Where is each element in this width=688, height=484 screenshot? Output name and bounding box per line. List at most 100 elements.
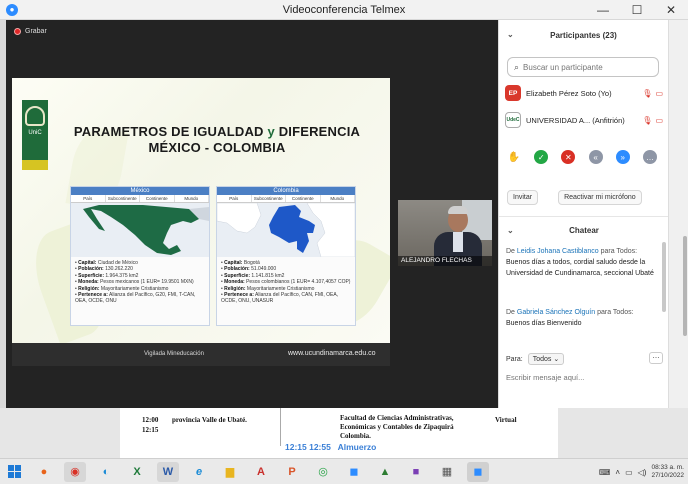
chat-header[interactable]: ⌄ Chatear: [499, 221, 669, 239]
doc-lunch-time: 12:15 12:55: [285, 442, 331, 452]
file-explorer-icon[interactable]: ▆: [219, 462, 241, 482]
internet-explorer-icon[interactable]: e: [188, 462, 210, 482]
acrobat-icon[interactable]: A: [250, 462, 272, 482]
network-icon[interactable]: ▭: [625, 468, 633, 477]
info-label: Superficie:: [78, 272, 104, 279]
excel-icon[interactable]: X: [126, 462, 148, 482]
title-connector: y: [267, 124, 275, 139]
avatar: EP: [505, 85, 521, 101]
doc-time: 12:00: [142, 416, 159, 424]
unmute-button[interactable]: Reactivar mi micrófono: [558, 189, 642, 205]
chat-recipient: para Todos:: [600, 248, 638, 255]
mexico-tabs: País Subcontinente Continente Mundo: [71, 195, 209, 203]
tab-subcontinente: Subcontinente: [106, 195, 140, 202]
calculator-icon[interactable]: ▦: [436, 462, 458, 482]
chat-message-meta: De Gabriela Sánchez Olguín para Todos:: [506, 307, 656, 318]
participant-row[interactable]: UdeC UNIVERSIDAD A... (Anfitrión) 🎙 ▭: [505, 110, 663, 130]
participant-name: UNIVERSIDAD A... (Anfitrión): [526, 115, 625, 125]
doc-faculty-line: Facultad de Ciencias Administrativas,: [340, 414, 454, 422]
keyboard-icon[interactable]: ⌨: [599, 468, 611, 477]
recording-label: Grabar: [25, 28, 47, 35]
chat-sender[interactable]: Gabriela Sánchez Olguín: [517, 309, 595, 316]
participant-row[interactable]: EP Elizabeth Pérez Soto (Yo) 🎙 ▭: [505, 83, 663, 103]
screen: ● Videoconferencia Telmex — ☐ ✕ Grabar U…: [0, 0, 688, 484]
doc-faculty: Facultad de Ciencias Administrativas, Ec…: [340, 414, 500, 441]
invite-button[interactable]: Invitar: [507, 189, 539, 205]
participant-search[interactable]: ⌕: [507, 57, 659, 77]
participant-name: Elizabeth Pérez Soto (Yo): [526, 88, 612, 98]
chat-message-input[interactable]: [506, 373, 661, 382]
chevron-down-icon[interactable]: ⌄: [507, 30, 514, 39]
window-controls: — ☐ ✕: [586, 0, 688, 20]
chat-more-button[interactable]: ⋯: [649, 352, 663, 364]
tab-continente: Continente: [140, 195, 175, 202]
shared-slide: UniC PARAMETROS DE IGUALDAD y DIFERENCIA…: [12, 78, 390, 366]
doc-mode: Virtual: [495, 416, 517, 424]
record-icon: [14, 28, 21, 35]
colombia-card: Colombia País Subcontinente Continente M…: [216, 186, 356, 326]
close-button[interactable]: ✕: [654, 0, 688, 20]
yes-icon[interactable]: ✓: [534, 150, 549, 164]
colombia-header: Colombia: [217, 187, 355, 195]
raise-hand-icon[interactable]: ✋: [507, 150, 521, 164]
scrollbar-thumb[interactable]: [683, 236, 687, 336]
chat-from-prefix: De: [506, 309, 515, 316]
colombia-map: [216, 202, 356, 258]
mexico-map-shape: [83, 205, 209, 255]
slide-title: PARAMETROS DE IGUALDAD y DIFERENCIA MÉXI…: [72, 124, 362, 156]
maximize-button[interactable]: ☐: [620, 0, 654, 20]
no-icon[interactable]: ✕: [561, 150, 576, 164]
tray-expand-icon[interactable]: ˄: [615, 468, 620, 477]
app-icon[interactable]: ■: [405, 462, 427, 482]
firefox-icon[interactable]: ●: [33, 462, 55, 482]
more-icon[interactable]: …: [642, 150, 657, 164]
mexico-header: México: [71, 187, 209, 195]
mexico-info: • Capital: Ciudad de México • Población:…: [71, 257, 209, 325]
volume-icon[interactable]: ◁): [638, 468, 647, 477]
video-off-icon[interactable]: ▭: [655, 116, 663, 125]
chat-sender[interactable]: Leidis Johana Castiblanco: [517, 248, 599, 255]
clock-date: 27/10/2022: [651, 472, 684, 479]
info-label: Población:: [224, 266, 250, 273]
side-panel: ⌄ Participantes (23) ⌕ EP Elizabeth Pére…: [498, 20, 669, 408]
word-icon[interactable]: W: [157, 461, 179, 482]
left-edge-strip: [0, 20, 6, 408]
person-shirt: [453, 232, 463, 252]
video-off-icon[interactable]: ▭: [655, 89, 663, 98]
powerpoint-icon[interactable]: P: [281, 462, 303, 482]
participants-header[interactable]: ⌄ Participantes (23): [499, 20, 668, 50]
taskbar: ● ◉ ◐ X W e ▆ A P ◎ ◼ ▲ ■ ▦ ◼ ⌨ ˄ ▭ ◁) 0…: [0, 458, 688, 484]
chat-scrollbar[interactable]: [662, 242, 666, 312]
info-value: Mayoritariamente Cristianismo: [100, 285, 169, 292]
info-value: Mayoritariamente Cristianismo: [246, 285, 315, 292]
info-value: 51.049.000: [251, 266, 277, 273]
edge-icon[interactable]: ◐: [95, 462, 117, 482]
participant-actions: Invitar Reactivar mi micrófono: [507, 188, 662, 206]
tab-subcontinente: Subcontinente: [252, 195, 286, 202]
app-icon[interactable]: ▲: [374, 462, 396, 482]
tab-mundo: Mundo: [321, 195, 355, 202]
doc-lunch-label: Almuerzo: [337, 442, 377, 452]
mic-muted-icon[interactable]: 🎙: [642, 116, 652, 125]
chrome-icon[interactable]: ◉: [64, 461, 86, 482]
slower-icon[interactable]: «: [588, 150, 603, 164]
info-label: Moneda:: [224, 279, 245, 286]
participant-video[interactable]: ALEJANDRO FLECHAS: [398, 200, 492, 266]
participant-search-input[interactable]: [523, 62, 654, 72]
faster-icon[interactable]: »: [615, 150, 630, 164]
recording-indicator[interactable]: Grabar: [14, 28, 47, 35]
chevron-down-icon[interactable]: ⌄: [507, 226, 514, 235]
chat-to-dropdown[interactable]: Todos ⌄: [527, 353, 565, 365]
chat-from-prefix: De: [506, 248, 515, 255]
telmex-video-icon[interactable]: ◼: [467, 461, 489, 482]
minimize-button[interactable]: —: [586, 0, 620, 20]
logo-text: UniC: [28, 130, 42, 136]
zoom-icon[interactable]: ◼: [343, 462, 365, 482]
clock[interactable]: 08:33 a. m. 27/10/2022: [651, 464, 684, 480]
windows-start-icon[interactable]: [4, 462, 24, 482]
page-scrollbar[interactable]: [668, 20, 688, 408]
whatsapp-icon[interactable]: ◎: [312, 462, 334, 482]
logo-gold-band: [22, 160, 48, 170]
tab-continente: Continente: [286, 195, 321, 202]
mic-muted-icon[interactable]: 🎙: [642, 89, 652, 98]
